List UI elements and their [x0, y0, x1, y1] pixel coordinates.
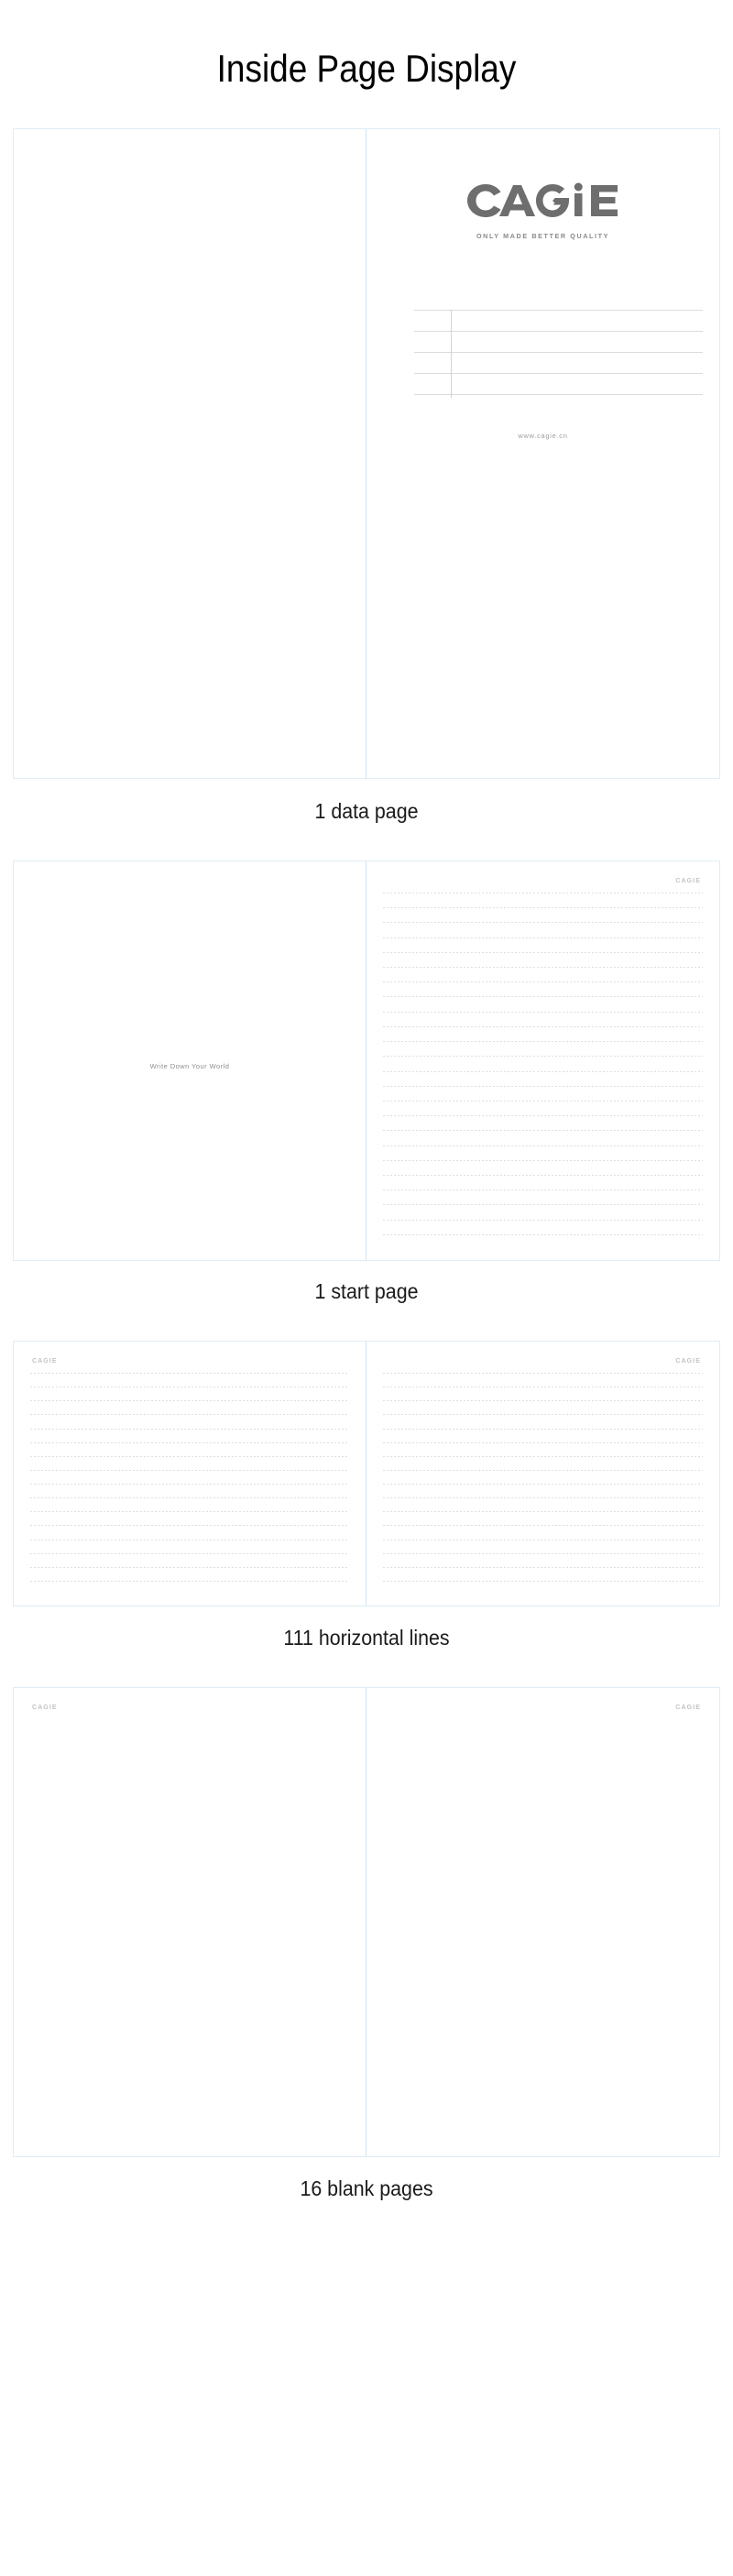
- section-data-page: ONLY MADE BETTER QUALITY www.cagie.cn 1 …: [0, 114, 733, 824]
- ruled-line: [383, 1220, 703, 1222]
- form-vline: [451, 310, 452, 399]
- ruled-line: [30, 1429, 349, 1431]
- cagie-watermark: CAGIE: [675, 878, 701, 885]
- ruled-line: [383, 1204, 703, 1206]
- ruled-lines-group: [30, 1373, 349, 1595]
- ruled-line: [30, 1400, 349, 1402]
- ruled-line: [383, 1056, 703, 1058]
- ruled-line: [383, 1442, 703, 1444]
- ruled-line: [383, 1373, 703, 1375]
- cagie-watermark: CAGIE: [32, 1705, 58, 1712]
- cagie-watermark: CAGIE: [32, 1358, 58, 1365]
- form-hline: [414, 394, 703, 396]
- ruled-line: [383, 937, 703, 939]
- caption-blank-pages: 16 blank pages: [300, 2176, 433, 2201]
- ruled-line: [383, 1189, 703, 1191]
- spread-data-page: ONLY MADE BETTER QUALITY www.cagie.cn: [13, 128, 720, 780]
- inside-page-display: Inside Page Display ONLY MADE BETTER QUA…: [0, 0, 733, 2576]
- ruled-line: [383, 1470, 703, 1472]
- caption-start-page: 1 start page: [314, 1279, 419, 1304]
- ruled-line: [30, 1484, 349, 1485]
- page-right-ruled: CAGIE: [366, 1342, 719, 1606]
- ruled-line: [383, 1101, 703, 1102]
- ruled-line: [383, 1071, 703, 1073]
- ruled-line: [383, 1130, 703, 1132]
- ruled-line: [383, 1115, 703, 1117]
- ruled-line: [383, 1581, 703, 1583]
- ruled-line: [30, 1553, 349, 1555]
- ruled-line: [383, 1175, 703, 1177]
- spread-blank-pages: CAGIE CAGIE: [13, 1687, 720, 2158]
- ruled-line: [383, 1497, 703, 1499]
- cagie-wordmark-icon: [466, 182, 618, 218]
- page-left-ruled: CAGIE: [14, 1342, 366, 1606]
- ruled-line: [383, 1456, 703, 1458]
- form-hline: [414, 373, 703, 375]
- cagie-logo: [466, 182, 620, 219]
- page-right-ruled: CAGIE: [366, 861, 719, 1260]
- ruled-line: [383, 996, 703, 998]
- ruled-line: [383, 1414, 703, 1416]
- ruled-line: [383, 967, 703, 969]
- ruled-line: [383, 1525, 703, 1527]
- ruled-line: [383, 1553, 703, 1555]
- ruled-line: [30, 1470, 349, 1472]
- ruled-lines-group: [383, 893, 703, 1249]
- ruled-line: [383, 1234, 703, 1236]
- ruled-lines-group: [383, 1373, 703, 1595]
- cagie-watermark: CAGIE: [675, 1358, 701, 1365]
- page-left-blank: [14, 129, 366, 779]
- ruled-line: [383, 922, 703, 924]
- ruled-line: [383, 1400, 703, 1402]
- cagie-watermark: CAGIE: [675, 1705, 701, 1712]
- ruled-line: [383, 1567, 703, 1569]
- page-left-start: Write Down Your World: [14, 861, 366, 1261]
- spread-horizontal-lines: CAGIE CAGIE: [13, 1341, 720, 1607]
- section-horizontal-lines: CAGIE CAGIE 111 horizontal lines: [0, 1304, 733, 1650]
- ruled-line: [383, 1160, 703, 1162]
- form-hline: [414, 331, 703, 333]
- brand-tagline: ONLY MADE BETTER QUALITY: [476, 232, 610, 241]
- start-page-phrase: Write Down Your World: [149, 1062, 230, 1071]
- spread-start-page: Write Down Your World CAGIE: [13, 860, 720, 1262]
- ruled-line: [383, 1429, 703, 1431]
- caption-horizontal-lines: 111 horizontal lines: [283, 1626, 450, 1650]
- brand-block: ONLY MADE BETTER QUALITY: [366, 182, 719, 240]
- ruled-line: [383, 1012, 703, 1014]
- caption-data-page: 1 data page: [314, 799, 419, 824]
- ruled-line: [383, 1484, 703, 1485]
- ruled-line: [30, 1442, 349, 1444]
- ruled-line: [30, 1581, 349, 1583]
- ruled-line: [383, 1086, 703, 1088]
- ruled-line: [30, 1414, 349, 1416]
- page-right-data: ONLY MADE BETTER QUALITY www.cagie.cn: [366, 129, 719, 778]
- ruled-line: [30, 1525, 349, 1527]
- form-hline: [414, 352, 703, 354]
- ruled-line: [383, 1041, 703, 1043]
- brand-website: www.cagie.cn: [518, 432, 568, 441]
- ruled-line: [383, 1145, 703, 1147]
- section-blank-pages: CAGIE CAGIE 16 blank pages: [0, 1650, 733, 2201]
- ruled-line: [30, 1497, 349, 1499]
- page-title: Inside Page Display: [216, 47, 517, 91]
- section-start-page: Write Down Your World CAGIE 1 start page: [0, 824, 733, 1304]
- ruled-line: [383, 1026, 703, 1028]
- ruled-line: [30, 1567, 349, 1569]
- page-left-blank-watermarked: CAGIE: [14, 1688, 366, 2157]
- ruled-line: [30, 1456, 349, 1458]
- data-form-grid: [414, 310, 703, 399]
- ruled-line: [30, 1373, 349, 1375]
- ruled-line: [383, 1511, 703, 1513]
- form-hline: [414, 310, 703, 312]
- ruled-line: [383, 907, 703, 909]
- ruled-line: [383, 981, 703, 983]
- ruled-line: [383, 952, 703, 954]
- ruled-line: [30, 1511, 349, 1513]
- page-right-blank-watermarked: CAGIE: [366, 1688, 719, 2156]
